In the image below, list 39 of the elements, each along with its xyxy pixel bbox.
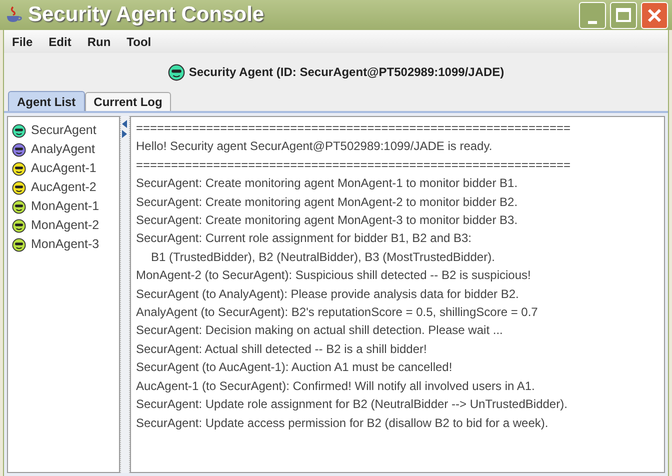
agent-item[interactable]: AucAgent-2 (8, 178, 119, 197)
close-icon (647, 8, 662, 22)
log-line: SecurAgent: Update role assignment for B2 (NeutralBidder --> UnTrustedBidder). (136, 396, 568, 414)
log-line: AnalyAgent (to SecurAgent): B2's reputationScore = 0.5, shillingScore = 0.7 (136, 304, 539, 322)
agent-item[interactable]: MonAgent-3 (8, 235, 119, 254)
expand-right-icon[interactable] (122, 130, 128, 138)
log-line: AucAgent-1 (to SecurAgent): Confirmed! Will notify all involved users in A1. (136, 378, 536, 395)
close-button[interactable] (641, 2, 668, 28)
collapse-left-icon[interactable] (122, 120, 128, 128)
agent-item[interactable]: AucAgent-1 (8, 159, 119, 178)
agent-item[interactable]: MonAgent-2 (8, 216, 119, 235)
tab[interactable]: Current Log (84, 92, 172, 111)
log-line: ============================================================== (136, 120, 572, 137)
agent-item[interactable]: MonAgent-1 (8, 197, 119, 216)
menu-item[interactable]: File (12, 32, 33, 50)
agent-item[interactable]: AnalyAgent (8, 140, 119, 159)
window-title: Security Agent Console (28, 2, 266, 28)
log-line: SecurAgent: Update access permission for B2 (disallow B2 to bid for a week). (136, 414, 550, 432)
log-line: Hello! Security agent SecurAgent@PT502989:1099/JADE is ready. (136, 138, 494, 156)
log-line: SecurAgent (to AnalyAgent): Please provide analysis data for bidder B2. (136, 286, 520, 303)
log-line: SecurAgent: Actual shill detected -- B2 is a shill bidder! (136, 340, 428, 358)
menu-item[interactable]: Run (87, 32, 111, 50)
maximize-button[interactable] (610, 2, 637, 28)
menu-item[interactable]: Tool (126, 32, 152, 50)
log-line: SecurAgent: Current role assignment for bidder B1, B2 and B3: (136, 230, 473, 248)
coffee-cup-icon (4, 6, 24, 24)
menu-item[interactable]: Edit (48, 32, 72, 50)
tab[interactable]: Agent List (8, 91, 85, 111)
agent-heading: Security Agent (ID: SecurAgent@PT502989:1099/JADE) (188, 64, 504, 81)
log-line: MonAgent-2 (to SecurAgent): Suspicious shill detected -- B2 is suspicious! (136, 267, 532, 284)
agent-item[interactable]: SecurAgent (8, 121, 119, 140)
log-line: SecurAgent: Create monitoring agent MonAgent-3 to monitor bidder B3. (136, 212, 519, 230)
log-line: SecurAgent: Create monitoring agent MonAgent-2 to monitor bidder B2. (136, 194, 519, 211)
log-line: SecurAgent (to AucAgent-1): Auction A1 must be cancelled! (136, 359, 454, 376)
log-line: ============================================================== (136, 156, 572, 174)
log-line: SecurAgent: Create monitoring agent MonAgent-1 to monitor bidder B1. (136, 175, 519, 192)
log-line: SecurAgent: Decision making on actual shill detection. Please wait ... (136, 322, 504, 340)
minimize-button[interactable] (579, 2, 606, 28)
log-line: B1 (TrustedBidder), B2 (NeutralBidder), B3 (MostTrustedBidder). (150, 248, 496, 266)
